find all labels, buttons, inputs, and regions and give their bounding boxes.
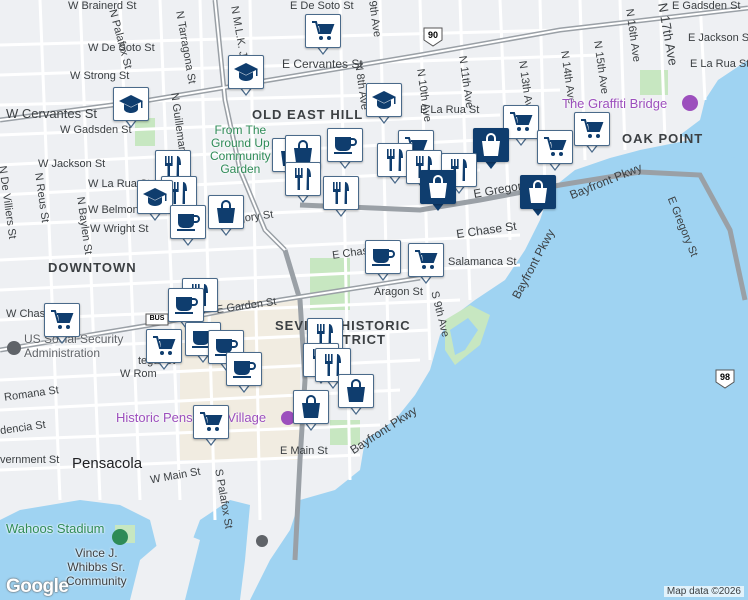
food-marker[interactable]	[323, 176, 359, 218]
street-label: W Jackson St	[38, 158, 106, 170]
bag-marker[interactable]	[338, 374, 374, 416]
us-90-shield: 90	[427, 30, 438, 40]
shopping-bag-icon	[215, 200, 237, 224]
street-label: E Main St	[280, 445, 328, 457]
shopping-cart-icon	[414, 249, 438, 271]
cafe-marker[interactable]	[226, 352, 262, 394]
bus-shield: BUS	[149, 315, 165, 322]
poi-graffiti-bridge[interactable]: The Graffiti Bridge	[562, 96, 667, 111]
shopping-bag-icon	[427, 175, 449, 199]
google-logo: Google	[6, 576, 69, 597]
fork-knife-icon	[292, 167, 314, 191]
graduation-cap-icon	[118, 93, 144, 115]
map-attribution[interactable]: Map data ©2026	[663, 586, 744, 597]
coffee-cup-icon	[176, 212, 200, 232]
street-label: E La Rua St	[420, 104, 480, 116]
graduation-cap-icon	[371, 89, 397, 111]
cart-marker[interactable]	[193, 405, 229, 447]
shopping-cart-icon	[152, 335, 176, 357]
coffee-cup-icon	[174, 295, 198, 315]
coffee-cup-icon	[333, 135, 357, 155]
shopping-bag-icon	[527, 180, 549, 204]
coffee-cup-icon	[232, 359, 256, 379]
bag-marker[interactable]	[520, 175, 556, 217]
shopping-cart-icon	[311, 20, 335, 42]
fork-knife-icon	[330, 181, 352, 205]
street-label: E De Soto St	[290, 0, 354, 12]
cart-marker[interactable]	[305, 14, 341, 56]
poi-vince-whibbs[interactable]: Vince J. Whibbs Sr. Community	[66, 546, 127, 588]
street-label: E La Rua St	[690, 58, 748, 70]
graduation-cap-icon	[142, 186, 168, 208]
cart-marker[interactable]	[537, 130, 573, 172]
street-label: W De Soto St	[88, 42, 155, 54]
shopping-cart-icon	[580, 118, 604, 140]
street-label: W Brainerd St	[68, 0, 137, 12]
street-label: vernment St	[0, 454, 60, 466]
shopping-cart-icon	[509, 111, 533, 133]
cafe-marker[interactable]	[170, 205, 206, 247]
school-marker[interactable]	[113, 87, 149, 129]
street-label: Salamanca St	[448, 256, 517, 268]
street-label: E Jackson St	[688, 32, 748, 44]
shopping-bag-icon	[300, 395, 322, 419]
bag-marker[interactable]	[208, 195, 244, 237]
graduation-cap-icon	[233, 61, 259, 83]
street-label: W Wright St	[90, 223, 149, 235]
cart-marker[interactable]	[44, 303, 80, 345]
fork-knife-icon	[384, 148, 406, 172]
poi-community-garden[interactable]: From The Ground Up Community Garden	[210, 124, 271, 176]
street-label: E Gadsden St	[672, 0, 741, 12]
coffee-cup-icon	[371, 247, 395, 267]
shopping-bag-icon	[345, 379, 367, 403]
street-label: W Cervantes St	[6, 106, 98, 121]
shopping-cart-icon	[543, 136, 567, 158]
area-label-old-east-hill: OLD EAST HILL	[252, 107, 364, 122]
school-marker[interactable]	[228, 55, 264, 97]
school-marker[interactable]	[137, 180, 173, 222]
area-label-downtown: DOWNTOWN	[48, 260, 137, 275]
us-98-shield: 98	[719, 372, 730, 382]
cart-marker[interactable]	[408, 243, 444, 285]
bag-marker[interactable]	[293, 390, 329, 432]
area-label-oak-point: OAK POINT	[622, 131, 704, 146]
school-marker[interactable]	[366, 83, 402, 125]
poi-historic-village[interactable]: Historic Pensacola Village	[116, 410, 266, 425]
map-canvas[interactable]: 90 98 BUS W Brainerd St N Palafox St N T…	[0, 0, 748, 600]
city-label-pensacola: Pensacola	[72, 455, 143, 472]
cafe-marker[interactable]	[365, 240, 401, 282]
cart-marker[interactable]	[574, 112, 610, 154]
shopping-cart-icon	[50, 309, 74, 331]
cart-marker[interactable]	[146, 329, 182, 371]
street-label: Aragon St	[374, 286, 423, 298]
poi-wahoos-stadium[interactable]: Wahoos Stadium	[6, 522, 105, 535]
cafe-marker[interactable]	[327, 128, 363, 170]
bag-marker[interactable]	[420, 170, 456, 212]
street-label: W Strong St	[70, 70, 130, 82]
shopping-bag-icon	[292, 140, 314, 164]
shopping-cart-icon	[199, 411, 223, 433]
food-marker[interactable]	[285, 162, 321, 204]
street-label: E Cervantes St	[282, 57, 363, 71]
shopping-bag-icon	[480, 133, 502, 157]
bag-marker[interactable]	[473, 128, 509, 170]
